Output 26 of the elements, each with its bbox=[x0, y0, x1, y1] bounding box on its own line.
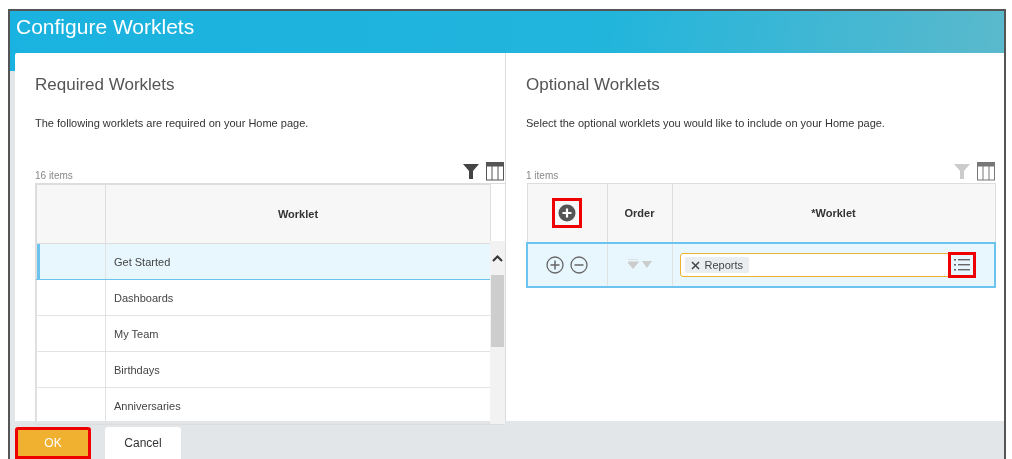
columns-icon[interactable] bbox=[976, 161, 996, 181]
column-header[interactable]: Worklet bbox=[105, 184, 491, 244]
section-description: The following worklets are required on your Home page. bbox=[35, 117, 310, 129]
add-icon[interactable] bbox=[546, 256, 565, 274]
section-heading: Required Worklets bbox=[35, 75, 176, 95]
item-count: 16 items bbox=[35, 170, 73, 181]
add-row-icon[interactable] bbox=[558, 204, 576, 222]
table-cell[interactable]: Get Started bbox=[105, 243, 491, 280]
remove-icon[interactable] bbox=[570, 256, 589, 274]
chevron-up-icon[interactable] bbox=[492, 255, 503, 262]
column-header[interactable]: Order bbox=[607, 183, 672, 243]
worklet-field[interactable]: Reports bbox=[679, 253, 950, 277]
close-icon[interactable] bbox=[690, 260, 700, 270]
section-description: Select the optional worklets you would like to include on your Home page. bbox=[526, 117, 886, 129]
window-title: Configure Worklets bbox=[16, 15, 196, 39]
cancel-button[interactable]: Cancel bbox=[105, 427, 181, 459]
selected-item-chip[interactable]: Reports bbox=[684, 257, 750, 273]
list-icon[interactable] bbox=[953, 258, 970, 272]
filter-icon[interactable] bbox=[461, 161, 481, 181]
columns-icon[interactable] bbox=[485, 161, 505, 181]
section-heading: Optional Worklets bbox=[526, 75, 661, 95]
column-header: *Worklet bbox=[672, 183, 995, 243]
chip-label: Reports bbox=[704, 259, 744, 271]
scrollbar[interactable] bbox=[490, 241, 505, 424]
table-cell bbox=[36, 243, 106, 280]
item-count: 1 items bbox=[526, 170, 559, 181]
